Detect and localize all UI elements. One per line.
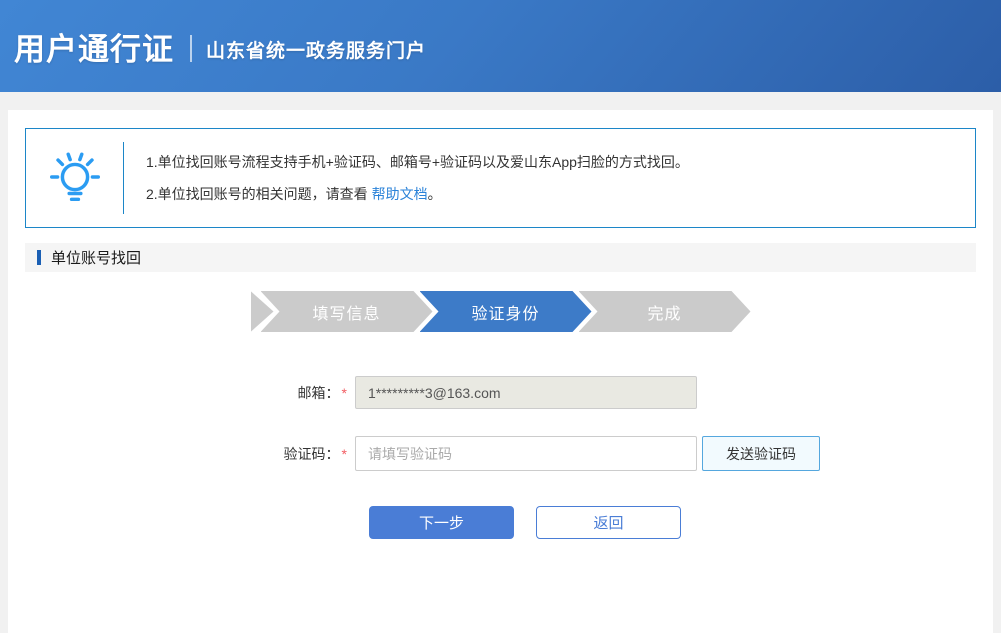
- step-label: 填写信息: [312, 300, 380, 324]
- header: 用户通行证 山东省统一政务服务门户: [0, 0, 1001, 92]
- back-button[interactable]: 返回: [536, 506, 681, 539]
- code-row: 验证码：* 发送验证码: [257, 436, 976, 471]
- email-field: [355, 376, 697, 409]
- email-label: 邮箱：*: [257, 383, 347, 403]
- page-title: 用户通行证: [14, 24, 174, 69]
- lightbulb-icon: [26, 147, 123, 209]
- notice-box: 1.单位找回账号流程支持手机+验证码、邮箱号+验证码以及爱山东App扫脸的方式找…: [25, 128, 976, 228]
- step-label: 完成: [647, 300, 681, 324]
- section-header: 单位账号找回: [25, 243, 976, 272]
- section-title: 单位账号找回: [51, 247, 141, 268]
- content-card: 1.单位找回账号流程支持手机+验证码、邮箱号+验证码以及爱山东App扫脸的方式找…: [8, 110, 993, 633]
- email-row: 邮箱：*: [257, 376, 976, 409]
- notice-line-2-suffix: 。: [428, 186, 442, 202]
- step-fill-info: 填写信息: [261, 291, 433, 332]
- notice-line-2-text: 2.单位找回账号的相关问题，请查看: [146, 186, 372, 202]
- recovery-form: 邮箱：* 验证码：* 发送验证码 下一步 返回: [257, 376, 976, 539]
- step-complete: 完成: [579, 291, 751, 332]
- help-doc-link[interactable]: 帮助文档: [372, 186, 428, 202]
- notice-divider: [123, 142, 124, 214]
- form-actions: 下一步 返回: [369, 506, 976, 539]
- required-asterisk: *: [342, 446, 347, 462]
- code-label-text: 验证码：: [284, 446, 340, 462]
- notice-line-1: 1.单位找回账号流程支持手机+验证码、邮箱号+验证码以及爱山东App扫脸的方式找…: [146, 152, 689, 172]
- header-title-divider: [190, 35, 192, 62]
- next-button[interactable]: 下一步: [369, 506, 514, 539]
- code-input[interactable]: [355, 436, 697, 471]
- code-label: 验证码：*: [257, 444, 347, 464]
- required-asterisk: *: [342, 385, 347, 401]
- notice-line-2: 2.单位找回账号的相关问题，请查看 帮助文档。: [146, 184, 689, 204]
- portal-subtitle: 山东省统一政务服务门户: [206, 36, 426, 63]
- send-code-button[interactable]: 发送验证码: [702, 436, 820, 471]
- email-label-text: 邮箱：: [298, 385, 340, 401]
- step-indicator: 填写信息 验证身份 完成: [25, 291, 976, 332]
- step-label: 验证身份: [471, 300, 539, 324]
- section-marker: [37, 250, 41, 265]
- step-verify-identity: 验证身份: [420, 291, 592, 332]
